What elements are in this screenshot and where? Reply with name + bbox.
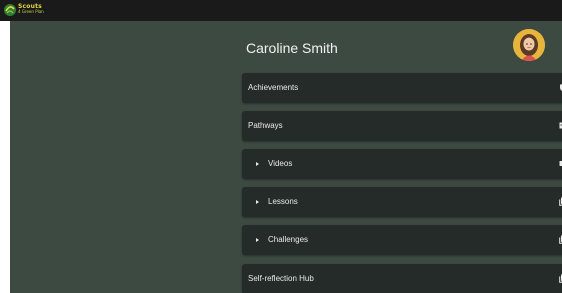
menu-item-label: Lessons	[268, 197, 298, 206]
menu-item-self-reflection-hub[interactable]: Self-reflection Hub	[242, 264, 562, 293]
menu-item-label: Self-reflection Hub	[248, 274, 314, 283]
top-bar: Scouts 4 Green Plan	[0, 0, 562, 21]
chevron-right-icon	[256, 200, 259, 204]
menu-item-lessons[interactable]: Lessons	[242, 187, 562, 217]
menu-item-videos[interactable]: Videos	[242, 149, 562, 179]
chevron-right-icon	[256, 238, 259, 242]
main-panel: Caroline Smith Achievements Pathways Vid…	[10, 21, 562, 293]
menu-item-label: Pathways	[248, 121, 283, 130]
menu-item-pathways[interactable]: Pathways	[242, 111, 562, 141]
chevron-right-icon	[256, 162, 259, 166]
profile-name: Caroline Smith	[246, 40, 338, 56]
scouts-logo-icon	[4, 4, 16, 16]
menu-item-label: Achievements	[248, 83, 299, 92]
menu-item-achievements[interactable]: Achievements	[242, 73, 562, 103]
menu-item-challenges[interactable]: Challenges	[242, 225, 562, 255]
app-logo[interactable]: Scouts 4 Green Plan	[3, 3, 55, 18]
avatar[interactable]	[513, 29, 545, 61]
logo-subtitle: 4 Green Plan	[18, 9, 44, 14]
user-avatar-icon	[513, 29, 545, 61]
menu-item-label: Videos	[268, 159, 293, 168]
menu-item-label: Challenges	[268, 235, 309, 244]
